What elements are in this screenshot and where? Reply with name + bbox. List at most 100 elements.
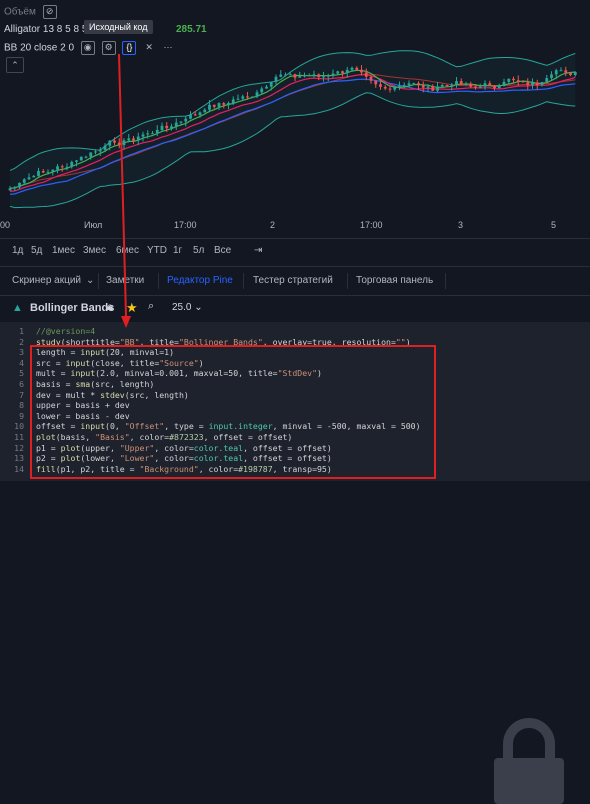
candle-body (535, 82, 539, 85)
candle-body (407, 83, 411, 86)
candle-body (79, 156, 83, 161)
candle-body (122, 140, 126, 145)
candle-body (464, 84, 468, 86)
script-name: Bollinger Bands (30, 302, 115, 314)
candle-body (127, 138, 131, 141)
candle-body (459, 81, 463, 85)
line-number: 1 (19, 326, 24, 336)
candle-body (260, 88, 264, 93)
candle-body (507, 78, 511, 82)
candle-body (108, 140, 112, 146)
candle-body (222, 103, 226, 105)
candle-body (8, 188, 12, 191)
candle-body (545, 78, 549, 83)
code-text: //@version=4 (36, 326, 96, 336)
tab-strategy-tester[interactable]: Тестер стратегий (253, 275, 333, 286)
candle-body (421, 85, 425, 88)
time-label: 2 (270, 220, 276, 230)
candle-body (174, 122, 178, 127)
close-icon[interactable]: ✕ (143, 42, 155, 54)
version-selector[interactable]: 25.0 ⌄ (172, 302, 203, 313)
candle-body (65, 166, 69, 168)
settings-icon[interactable]: ⚙ (101, 41, 116, 55)
source-code-tooltip: Исходный код (84, 20, 153, 34)
tab-pine-editor[interactable]: Редактор Pine (167, 275, 233, 286)
range-all[interactable]: Все (214, 245, 231, 256)
candle-body (212, 104, 216, 107)
candle-body (94, 151, 97, 153)
candle-body (136, 136, 140, 141)
candle-body (355, 67, 359, 70)
candle-body (379, 84, 382, 87)
candle-body (573, 71, 577, 76)
range-1d[interactable]: 1д (12, 245, 23, 256)
candle-body (193, 114, 197, 116)
search-icon[interactable]: ⌕ (148, 300, 154, 313)
range-1m[interactable]: 1мес (52, 245, 75, 256)
candle-body (255, 92, 259, 97)
candle-body (89, 152, 93, 157)
candle-body (388, 88, 392, 90)
candle-body (326, 75, 330, 77)
candle-body (336, 71, 340, 74)
candle-body (293, 74, 297, 78)
candle-body (455, 81, 458, 85)
candle-body (56, 166, 59, 170)
candle-body (22, 179, 26, 183)
candle-body (307, 75, 311, 77)
pine-editor-header: ▲ Bollinger Bands 🔒︎ ★ ⌕ 25.0 ⌄ (0, 296, 590, 322)
chevron-down-icon[interactable]: ⌄ (86, 275, 94, 286)
candle-body (559, 70, 563, 72)
range-5d[interactable]: 5д (31, 245, 42, 256)
candle-body (502, 81, 506, 86)
candle-body (198, 112, 202, 116)
candle-body (189, 114, 192, 119)
time-label: 00 (0, 220, 11, 230)
candle-body (440, 85, 444, 87)
candle-body (103, 145, 107, 150)
collapse-legend-button[interactable]: ⌃ (6, 57, 24, 73)
star-icon[interactable]: ★ (126, 300, 138, 316)
candle-body (146, 133, 150, 135)
candle-body (246, 96, 249, 98)
line-number: 14 (14, 463, 24, 474)
candle-body (445, 85, 449, 87)
candle-body (374, 80, 378, 85)
line-number: 10 (14, 421, 24, 432)
candle-body (521, 81, 525, 83)
range-6m[interactable]: 6мес (116, 245, 139, 256)
goto-date-icon[interactable]: ⇥ (254, 245, 262, 256)
candle-body (398, 85, 401, 87)
candle-body (436, 86, 439, 91)
candle-body (360, 69, 363, 73)
candle-body (70, 161, 74, 167)
range-ytd[interactable]: YTD (147, 245, 167, 256)
price-chart[interactable]: Объём ⊘ Alligator 13 8 5 8 5 285.71 Исхо… (0, 0, 590, 236)
candle-body (369, 76, 373, 81)
lock-icon[interactable]: 🔒︎ (107, 301, 113, 314)
candle-body (478, 86, 482, 88)
candle-body (288, 74, 292, 76)
range-5y[interactable]: 5л (193, 245, 204, 256)
range-3m[interactable]: 3мес (83, 245, 106, 256)
tab-trading-panel[interactable]: Торговая панель (356, 275, 433, 286)
candle-body (402, 85, 406, 87)
more-icon[interactable]: ⋯ (162, 42, 174, 54)
time-label: Июл (84, 220, 103, 230)
tab-screener[interactable]: Скринер акций (12, 275, 81, 286)
candle-body (512, 78, 515, 81)
eye-off-icon[interactable]: ⊘ (42, 5, 57, 19)
source-code-icon[interactable]: {} (122, 41, 137, 55)
time-axis: 00 Июл 17:00 2 17:00 3 5 (0, 216, 590, 236)
candle-body (32, 175, 36, 178)
bb-fill (10, 50, 576, 208)
candle-body (417, 83, 420, 86)
range-1y[interactable]: 1г (173, 245, 182, 256)
candle-body (303, 75, 306, 77)
candle-body (516, 80, 520, 82)
candle-body (493, 85, 496, 89)
candle-body (426, 86, 430, 88)
candle-body (274, 76, 278, 82)
tab-notes[interactable]: Заметки (106, 275, 144, 286)
eye-icon[interactable]: ◉ (80, 41, 95, 55)
